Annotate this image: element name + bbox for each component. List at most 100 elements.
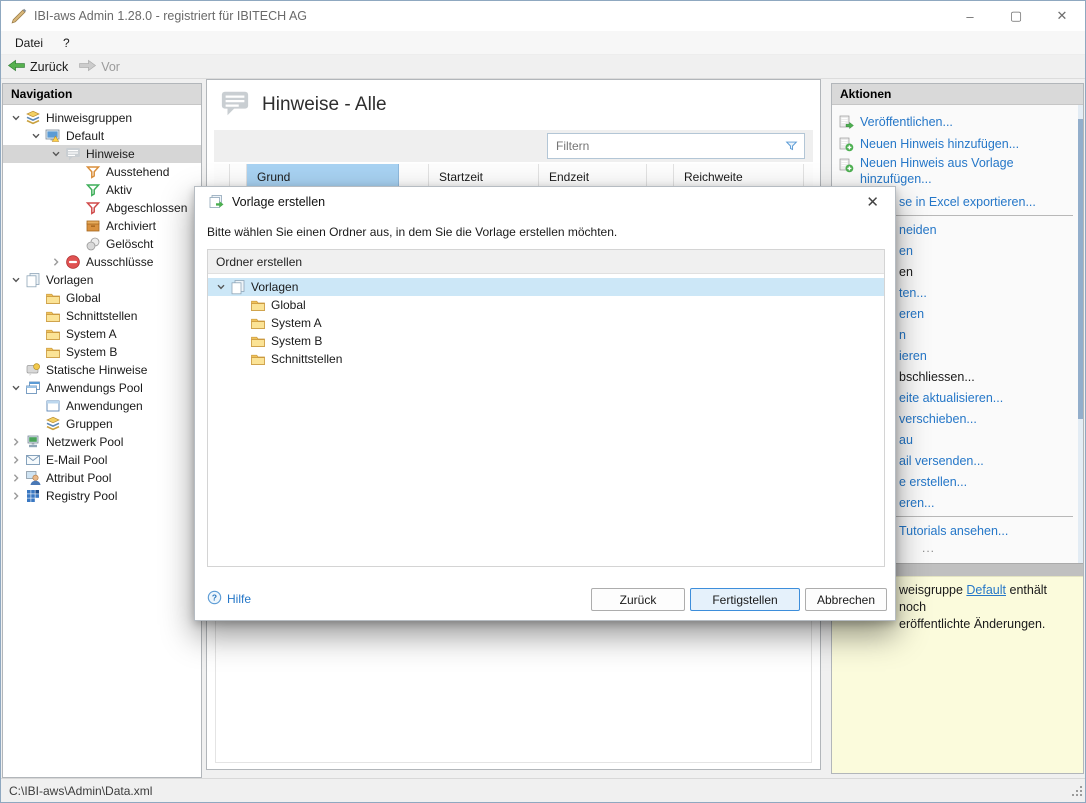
forward-button[interactable]: Vor xyxy=(78,58,120,76)
pages-icon xyxy=(24,272,42,288)
tree-item[interactable]: Statische Hinweise xyxy=(3,361,201,379)
action-link[interactable]: Neuen Hinweis hinzufügen... xyxy=(832,133,1083,155)
tree-item[interactable]: E-Mail Pool xyxy=(3,451,201,469)
registry-icon xyxy=(24,488,42,504)
chevron-down-icon[interactable] xyxy=(212,281,229,293)
chevron-empty[interactable] xyxy=(232,335,249,347)
chevron-right-icon[interactable] xyxy=(47,256,64,268)
add-icon xyxy=(837,157,855,173)
folder-tree-item[interactable]: System B xyxy=(208,332,884,350)
chevron-empty[interactable] xyxy=(67,166,84,178)
chevron-right-icon[interactable] xyxy=(7,472,24,484)
chevron-empty[interactable] xyxy=(27,292,44,304)
menu-help[interactable]: ? xyxy=(53,36,80,50)
chevron-empty[interactable] xyxy=(67,184,84,196)
dialog-folder-tree: Vorlagen Global System A System B Schnit… xyxy=(208,274,884,368)
chevron-empty[interactable] xyxy=(67,220,84,232)
chevron-empty[interactable] xyxy=(27,346,44,358)
maximize-icon[interactable]: ▢ xyxy=(993,1,1039,31)
back-dialog-button[interactable]: Zurück xyxy=(591,588,685,611)
tree-item[interactable]: Hinweise xyxy=(3,145,201,163)
svg-text:?: ? xyxy=(212,593,217,603)
default-group-link[interactable]: Default xyxy=(966,583,1006,597)
tree-item[interactable]: Attribut Pool xyxy=(3,469,201,487)
finish-button[interactable]: Fertigstellen xyxy=(690,588,800,611)
tree-item[interactable]: Anwendungen xyxy=(3,397,201,415)
tree-item[interactable]: Anwendungs Pool xyxy=(3,379,201,397)
chevron-right-icon[interactable] xyxy=(7,490,24,502)
tree-item[interactable]: Schnittstellen xyxy=(3,307,201,325)
group-icon xyxy=(24,110,42,126)
actions-header: Aktionen xyxy=(832,84,1083,105)
tree-item[interactable]: Vorlagen xyxy=(3,271,201,289)
cancel-button[interactable]: Abbrechen xyxy=(805,588,887,611)
filter-input[interactable] xyxy=(548,139,781,153)
funnel-orange-icon xyxy=(84,164,102,180)
tree-item[interactable]: Registry Pool xyxy=(3,487,201,505)
chevron-empty[interactable] xyxy=(27,418,44,430)
group-icon xyxy=(44,416,62,432)
folder-icon xyxy=(249,315,267,331)
filter-strip xyxy=(214,130,813,162)
data-file-path: C:\IBI-aws\Admin\Data.xml xyxy=(9,783,153,798)
chevron-empty[interactable] xyxy=(67,202,84,214)
dialog-close-icon[interactable]: ✕ xyxy=(862,191,883,213)
help-link[interactable]: ? Hilfe xyxy=(207,590,251,608)
navigation-header: Navigation xyxy=(3,84,201,105)
chevron-empty[interactable] xyxy=(67,238,84,250)
toolbar: Zurück Vor xyxy=(1,55,1085,79)
tree-item[interactable]: Aktiv xyxy=(3,181,201,199)
chevron-down-icon[interactable] xyxy=(27,130,44,142)
section-header: Ordner erstellen xyxy=(208,250,884,274)
chevron-down-icon[interactable] xyxy=(7,274,24,286)
menu-datei[interactable]: Datei xyxy=(1,36,53,50)
tree-item[interactable]: Global xyxy=(3,289,201,307)
tree-item[interactable]: Archiviert xyxy=(3,217,201,235)
filter-funnel-icon[interactable] xyxy=(781,138,801,154)
tree-item[interactable]: System B xyxy=(3,343,201,361)
tree-item[interactable]: System A xyxy=(3,325,201,343)
action-link[interactable]: Veröffentlichen... xyxy=(832,111,1083,133)
chevron-empty[interactable] xyxy=(232,317,249,329)
tree-item[interactable]: Gelöscht xyxy=(3,235,201,253)
resize-grip-icon[interactable] xyxy=(1071,785,1083,800)
menubar: Datei ? xyxy=(1,31,1085,55)
minimize-icon[interactable]: – xyxy=(947,1,993,31)
deleted-icon xyxy=(84,236,102,252)
chevron-right-icon[interactable] xyxy=(7,454,24,466)
chevron-empty[interactable] xyxy=(27,400,44,412)
actions-scrollbar[interactable] xyxy=(1078,105,1083,563)
tree-item[interactable]: Default xyxy=(3,127,201,145)
folder-tree-item[interactable]: System A xyxy=(208,314,884,332)
folder-icon xyxy=(44,290,62,306)
help-icon: ? xyxy=(207,590,222,608)
app-pool-icon xyxy=(24,380,42,396)
tree-item[interactable]: Netzwerk Pool xyxy=(3,433,201,451)
chevron-down-icon[interactable] xyxy=(47,148,64,160)
folder-icon xyxy=(44,326,62,342)
tree-item[interactable]: Ausschlüsse xyxy=(3,253,201,271)
scrollbar-thumb[interactable] xyxy=(1078,119,1083,419)
folder-tree-item[interactable]: Vorlagen xyxy=(208,278,884,296)
dialog-title: Vorlage erstellen xyxy=(232,195,326,209)
chevron-right-icon[interactable] xyxy=(7,436,24,448)
chevron-empty[interactable] xyxy=(232,353,249,365)
tree-item[interactable]: Abgeschlossen xyxy=(3,199,201,217)
tree-item[interactable]: Gruppen xyxy=(3,415,201,433)
folder-tree-item[interactable]: Global xyxy=(208,296,884,314)
tree-item[interactable]: Ausstehend xyxy=(3,163,201,181)
chevron-empty[interactable] xyxy=(7,364,24,376)
chevron-down-icon[interactable] xyxy=(7,382,24,394)
folder-icon xyxy=(44,344,62,360)
funnel-red-icon xyxy=(84,200,102,216)
tree-item[interactable]: Hinweisgruppen xyxy=(3,109,201,127)
chevron-empty[interactable] xyxy=(27,328,44,340)
chevron-empty[interactable] xyxy=(27,310,44,322)
folder-icon xyxy=(249,333,267,349)
filter-input-wrap xyxy=(547,133,805,159)
back-button[interactable]: Zurück xyxy=(7,58,68,76)
chevron-empty[interactable] xyxy=(232,299,249,311)
close-icon[interactable]: ✕ xyxy=(1039,1,1085,31)
folder-tree-item[interactable]: Schnittstellen xyxy=(208,350,884,368)
chevron-down-icon[interactable] xyxy=(7,112,24,124)
